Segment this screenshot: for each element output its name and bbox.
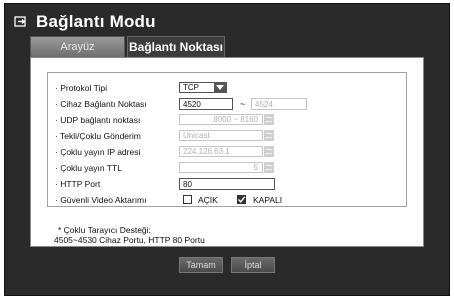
http-port-input[interactable]: 80 (179, 178, 275, 190)
ok-button[interactable]: Tamam (179, 257, 223, 273)
window-title-bar: Bağlantı Modu (14, 9, 156, 35)
multicast-ip-label: · Çoklu yayın IP adresi (55, 147, 141, 157)
transmission-row: · Tekli/Çoklu Gönderim Unicast (48, 129, 406, 143)
multicast-ttl-input: 5 (179, 162, 263, 173)
cancel-button[interactable]: İptal (231, 257, 275, 273)
protocol-label: · Protokol Tipi (55, 83, 107, 93)
udp-port-spinner-icon (264, 114, 274, 125)
protocol-select[interactable]: TCP (179, 82, 227, 93)
secure-video-off-label: KAPALI (253, 195, 283, 205)
secure-video-on-checkbox[interactable] (183, 195, 192, 204)
chevron-down-icon (214, 83, 226, 92)
udp-port-label: · UDP bağlantı noktası (55, 115, 141, 125)
secure-video-on-label: AÇIK (198, 195, 218, 205)
tab-interface[interactable]: Arayüz (30, 36, 125, 57)
multicast-ip-spinner-icon (264, 146, 274, 157)
http-port-row: · HTTP Port 80 (48, 177, 406, 191)
page-title: Bağlantı Modu (36, 12, 156, 31)
device-port-row: · Cihaz Bağlantı Noktası 4520 ~ 4524 (48, 97, 406, 111)
transmission-spinner-icon (264, 130, 274, 141)
transmission-select: Unicast (179, 130, 263, 141)
transmission-label: · Tekli/Çoklu Gönderim (55, 131, 141, 141)
multicast-ttl-row: · Çoklu yayın TTL 5 (48, 161, 406, 175)
browser-support-note-title: * Çoklu Tarayıcı Desteği: (58, 225, 151, 235)
device-port-label: · Cihaz Bağlantı Noktası (55, 99, 147, 109)
range-separator: ~ (240, 99, 246, 109)
http-port-label: · HTTP Port (55, 179, 101, 189)
checkmark-icon (237, 196, 246, 203)
tab-port[interactable]: Bağlantı Noktası (127, 36, 225, 57)
protocol-row: · Protokol Tipi TCP (48, 81, 406, 95)
secure-video-label: · Güvenli Video Aktarımı (55, 195, 147, 205)
protocol-value: TCP (183, 83, 199, 92)
multicast-ttl-spinner-icon (264, 162, 274, 173)
multicast-ip-input: 224.126.63.1 (179, 146, 263, 157)
multicast-ttl-label: · Çoklu yayın TTL (55, 163, 122, 173)
tab-bar: Arayüz Bağlantı Noktası (30, 36, 225, 57)
secure-video-row: · Güvenli Video Aktarımı AÇIK KAPALI (48, 193, 406, 207)
udp-port-row: · UDP bağlantı noktası 8000 ~ 8160 (48, 113, 406, 127)
browser-support-note-detail: 4505~4530 Cihaz Portu, HTTP 80 Portu (54, 235, 205, 245)
network-icon (14, 15, 28, 29)
multicast-ip-row: · Çoklu yayın IP adresi 224.126.63.1 (48, 145, 406, 159)
settings-panel: · Protokol Tipi TCP · Cihaz Bağlantı Nok… (30, 57, 424, 247)
port-settings-group: · Protokol Tipi TCP · Cihaz Bağlantı Nok… (47, 72, 407, 207)
device-port-to-input: 4524 (251, 98, 307, 110)
device-port-from-input[interactable]: 4520 (179, 98, 233, 110)
udp-port-input: 8000 ~ 8160 (179, 114, 263, 125)
secure-video-off-checkbox[interactable] (237, 195, 246, 204)
